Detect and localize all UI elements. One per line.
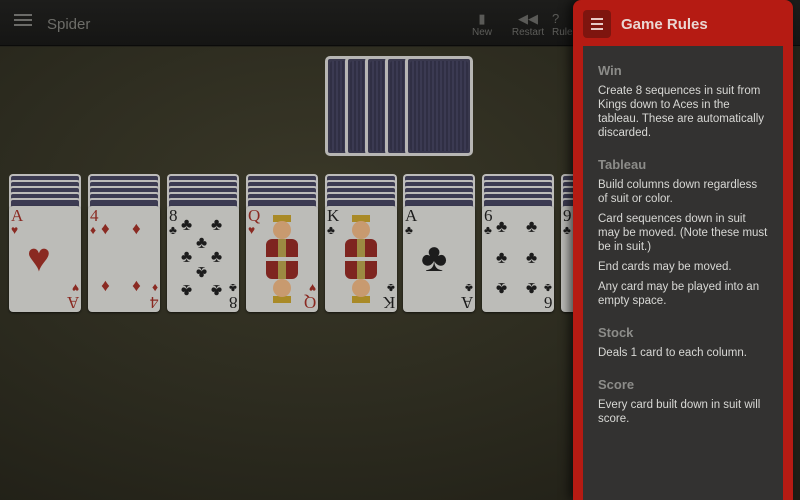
rules-section: Win Create 8 sequences in suit from Kings… bbox=[583, 63, 783, 140]
face-up-card[interactable]: 6 ♣ 6 ♣ ♣ ♣ ♣ ♣ ♣ ♣ bbox=[482, 206, 554, 312]
card-pip-icon: ♦ bbox=[101, 277, 110, 296]
card-suit-icon: ♣ bbox=[387, 281, 395, 295]
card-pip-icon: ♣ bbox=[211, 281, 223, 300]
rules-title: Game Rules bbox=[621, 16, 708, 33]
restart-icon: ◀◀ bbox=[518, 11, 538, 26]
card-pip-icon: ♦ bbox=[132, 277, 141, 296]
card-back bbox=[410, 61, 468, 151]
card-pip-icon: ♣ bbox=[181, 215, 193, 234]
face-up-card[interactable]: 4 ♦ 4 ♦ ♦ ♦ ♦ ♦ bbox=[88, 206, 160, 312]
card-suit-icon: ♥ bbox=[71, 281, 79, 295]
card-pip-icon: ♣ bbox=[526, 279, 538, 298]
card-pip-icon: ♣ bbox=[211, 215, 223, 234]
rules-section-text: End cards may be moved. bbox=[598, 261, 732, 273]
card-pip-icon: ♣ bbox=[196, 233, 208, 252]
app-title: Spider bbox=[47, 16, 91, 33]
card-suit-icon: ♣ bbox=[405, 223, 413, 237]
queen-face-art bbox=[258, 213, 306, 305]
face-up-card[interactable]: A ♣ A ♣ ♣ bbox=[403, 206, 475, 312]
card-rank: 4 bbox=[149, 293, 159, 312]
rules-section-heading: Tableau bbox=[598, 157, 647, 172]
card-pip-icon: ♣ bbox=[496, 248, 508, 267]
card-pip-icon: ♣ bbox=[496, 217, 508, 236]
rules-section-text: Create 8 sequences in suit from Kings do… bbox=[598, 85, 764, 139]
face-up-card[interactable]: A ♥ A ♥ ♥ bbox=[9, 206, 81, 312]
card-suit-icon: ♥ bbox=[308, 281, 316, 295]
rules-body: Win Create 8 sequences in suit from Kings… bbox=[583, 46, 783, 500]
card-rank: A bbox=[460, 293, 473, 312]
rules-section-text: Deals 1 card to each column. bbox=[598, 347, 747, 359]
rules-panel: Game Rules Win Create 8 sequences in suit… bbox=[573, 0, 793, 500]
card-pip-icon: ♣ bbox=[526, 217, 538, 236]
card-pip-icon: ♣ bbox=[211, 247, 223, 266]
hamburger-menu-icon[interactable] bbox=[14, 14, 32, 30]
tableau-column[interactable]: Q ♥ Q ♥ bbox=[246, 174, 318, 312]
card-suit-icon: ♦ bbox=[90, 223, 97, 237]
card-suit-icon: ♣ bbox=[229, 281, 237, 295]
card-pip-icon: ♣ bbox=[526, 248, 538, 267]
card-suit-icon: ♣ bbox=[544, 281, 552, 295]
card-rank: 6 bbox=[484, 206, 493, 225]
card-suit-icon: ♥ bbox=[11, 223, 19, 237]
card-pip-icon: ♣ bbox=[421, 235, 448, 280]
card-pip-icon: ♦ bbox=[101, 219, 110, 238]
card-rank: 4 bbox=[90, 206, 99, 225]
card-suit-icon: ♦ bbox=[151, 281, 158, 295]
tableau-column[interactable]: A ♣ A ♣ ♣ bbox=[403, 174, 475, 312]
rules-menu-icon[interactable] bbox=[583, 10, 611, 38]
tableau-column[interactable]: 6 ♣ 6 ♣ ♣ ♣ ♣ ♣ ♣ ♣ bbox=[482, 174, 554, 312]
tableau-column[interactable]: 4 ♦ 4 ♦ ♦ ♦ ♦ ♦ bbox=[88, 174, 160, 312]
face-up-card[interactable]: K ♣ K ♣ bbox=[325, 206, 397, 312]
rules-section-text: Every card built down in suit will score… bbox=[598, 399, 761, 425]
rules-header: Game Rules bbox=[573, 0, 793, 46]
card-suit-icon: ♣ bbox=[484, 223, 492, 237]
rules-section: Score Every card built down in suit will … bbox=[583, 377, 783, 426]
card-rank: A bbox=[11, 206, 24, 225]
card-rank: 8 bbox=[228, 293, 238, 312]
restart-label: Restart bbox=[511, 27, 545, 38]
card-rank: 9 bbox=[563, 206, 572, 225]
rules-section-heading: Score bbox=[598, 377, 635, 392]
stock-card[interactable] bbox=[405, 56, 473, 156]
rules-section-heading: Win bbox=[598, 63, 622, 78]
card-suit-icon: ♣ bbox=[465, 281, 473, 295]
face-up-card[interactable]: Q ♥ Q ♥ bbox=[246, 206, 318, 312]
king-face-art bbox=[337, 213, 385, 305]
tableau-column[interactable]: A ♥ A ♥ ♥ bbox=[9, 174, 81, 312]
restart-button[interactable]: ◀◀ Restart bbox=[498, 10, 558, 38]
rules-section: Tableau Build columns down regardless of … bbox=[583, 157, 783, 308]
card-pip-icon: ♣ bbox=[181, 281, 193, 300]
card-pip-icon: ♦ bbox=[132, 219, 141, 238]
card-suit-icon: ♣ bbox=[169, 223, 177, 237]
card-rank: 6 bbox=[543, 293, 553, 312]
card-rank: 8 bbox=[169, 206, 178, 225]
rules-section-text: Build columns down regardless of suit or… bbox=[598, 179, 758, 205]
card-suit-icon: ♣ bbox=[563, 223, 571, 237]
card-pip-icon: ♣ bbox=[196, 263, 208, 282]
card-pip-icon: ♣ bbox=[496, 279, 508, 298]
card-suit-icon: ♥ bbox=[248, 223, 256, 237]
rules-section-text: Any card may be played into an empty spa… bbox=[598, 281, 760, 307]
card-rank: A bbox=[66, 293, 79, 312]
tableau-column[interactable]: 8 ♣ 8 ♣ ♣ ♣ ♣ ♣ ♣ ♣ ♣ ♣ bbox=[167, 174, 239, 312]
card-suit-icon: ♣ bbox=[327, 223, 335, 237]
rules-section-heading: Stock bbox=[598, 325, 634, 340]
tableau-column[interactable]: K ♣ K ♣ bbox=[325, 174, 397, 312]
card-rank: A bbox=[405, 206, 418, 225]
card-pip-icon: ♣ bbox=[181, 247, 193, 266]
rules-section-text: Card sequences down in suit may be moved… bbox=[598, 213, 768, 253]
rules-section: Stock Deals 1 card to each column. bbox=[583, 325, 783, 360]
card-pip-icon: ♥ bbox=[27, 235, 51, 280]
new-label: New bbox=[471, 27, 492, 38]
face-up-card[interactable]: 8 ♣ 8 ♣ ♣ ♣ ♣ ♣ ♣ ♣ ♣ ♣ bbox=[167, 206, 239, 312]
